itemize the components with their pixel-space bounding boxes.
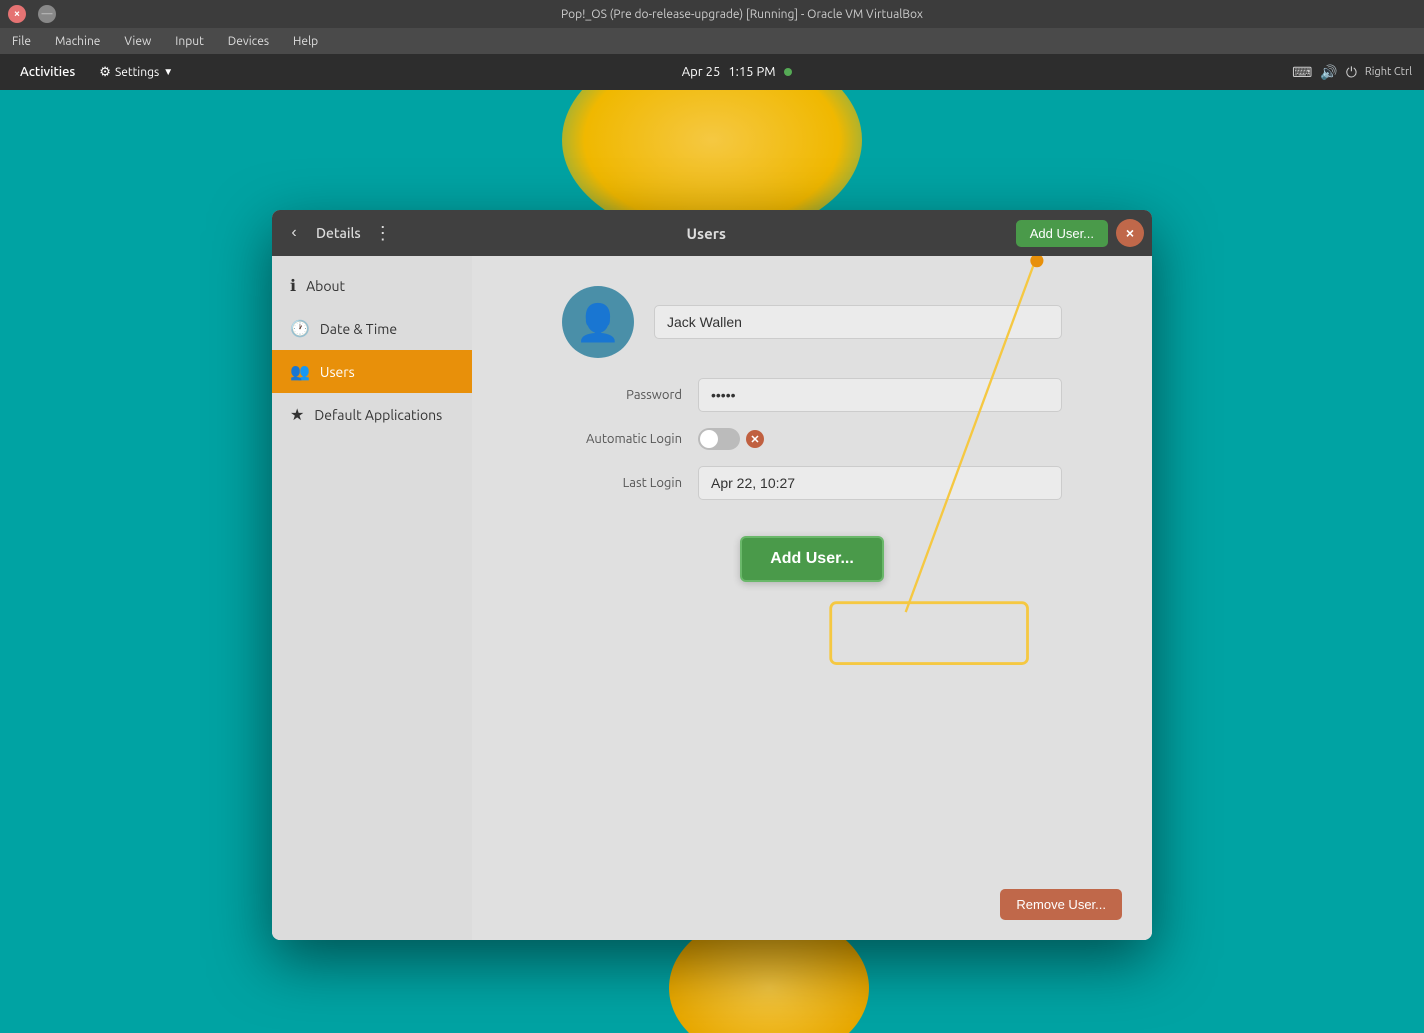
sidebar-item-default-apps[interactable]: ★ Default Applications bbox=[272, 393, 472, 436]
vbox-menu-devices[interactable]: Devices bbox=[224, 33, 273, 50]
gnome-settings-label: Settings bbox=[115, 66, 159, 79]
user-profile-section: 👤 bbox=[562, 286, 1062, 358]
power-icon: ⏻ bbox=[1346, 64, 1357, 81]
vbox-menu-help[interactable]: Help bbox=[289, 33, 322, 50]
gnome-time: 1:15 PM bbox=[728, 65, 775, 79]
automatic-login-row: Automatic Login ✕ bbox=[562, 428, 1062, 450]
header-menu-button[interactable]: ⋮ bbox=[369, 219, 397, 247]
main-content-area: 👤 Password Automatic Login bbox=[472, 256, 1152, 940]
vbox-menu-view[interactable]: View bbox=[120, 33, 155, 50]
right-ctrl-label: Right Ctrl bbox=[1365, 66, 1412, 78]
sidebar-label-datetime: Date & Time bbox=[320, 321, 397, 337]
gnome-settings-button[interactable]: ⚙ Settings ▼ bbox=[91, 61, 181, 84]
vbox-menu-input[interactable]: Input bbox=[171, 33, 208, 50]
keyboard-icon: ⌨ bbox=[1292, 64, 1312, 81]
header-section-title: Details bbox=[308, 225, 369, 241]
vbox-minimize-button[interactable]: — bbox=[38, 5, 56, 23]
star-icon: ★ bbox=[290, 405, 304, 424]
toggle-off-icon: ✕ bbox=[746, 430, 764, 448]
network-status-dot bbox=[784, 68, 792, 76]
automatic-login-label: Automatic Login bbox=[562, 432, 682, 446]
page-title: Users bbox=[686, 225, 725, 242]
sidebar-item-datetime[interactable]: 🕐 Date & Time bbox=[272, 307, 472, 350]
sidebar-item-users[interactable]: 👥 Users bbox=[272, 350, 472, 393]
vbox-title-bar: × — Pop!_OS (Pre do-release-upgrade) [Ru… bbox=[0, 0, 1424, 28]
vbox-window-title: Pop!_OS (Pre do-release-upgrade) [Runnin… bbox=[68, 8, 1416, 21]
users-icon: 👥 bbox=[290, 362, 310, 381]
clock-icon: 🕐 bbox=[290, 319, 310, 338]
sidebar-label-default-apps: Default Applications bbox=[314, 407, 442, 423]
vbox-menu-file[interactable]: File bbox=[8, 33, 35, 50]
desktop-background: ‹ Details ⋮ Users Add User... × ℹ About … bbox=[0, 90, 1424, 1033]
toggle-track[interactable] bbox=[698, 428, 740, 450]
volume-icon: 🔊 bbox=[1320, 64, 1337, 81]
password-row: Password bbox=[562, 378, 1062, 412]
sidebar-label-about: About bbox=[306, 278, 345, 294]
toggle-thumb bbox=[700, 430, 718, 448]
vbox-menu-bar: File Machine View Input Devices Help bbox=[0, 28, 1424, 54]
avatar[interactable]: 👤 bbox=[562, 286, 634, 358]
gnome-clock: Apr 25 1:15 PM bbox=[682, 65, 792, 79]
vbox-menu-machine[interactable]: Machine bbox=[51, 33, 104, 50]
info-icon: ℹ bbox=[290, 276, 296, 295]
window-close-button[interactable]: × bbox=[1116, 219, 1144, 247]
settings-window: ‹ Details ⋮ Users Add User... × ℹ About … bbox=[272, 210, 1152, 940]
gnome-activities-button[interactable]: Activities bbox=[12, 61, 83, 83]
sidebar-label-users: Users bbox=[320, 364, 355, 380]
remove-user-button[interactable]: Remove User... bbox=[1000, 889, 1122, 920]
gnome-panel: Activities ⚙ Settings ▼ Apr 25 1:15 PM ⌨… bbox=[0, 54, 1424, 90]
avatar-person-icon: 👤 bbox=[576, 301, 621, 344]
last-login-input[interactable] bbox=[698, 466, 1062, 500]
gnome-system-tray: ⌨ 🔊 ⏻ Right Ctrl bbox=[1292, 64, 1412, 81]
window-header: ‹ Details ⋮ Users Add User... × bbox=[272, 210, 1152, 256]
last-login-label: Last Login bbox=[562, 476, 682, 490]
password-label: Password bbox=[562, 388, 682, 402]
vbox-close-button[interactable]: × bbox=[8, 5, 26, 23]
password-input[interactable] bbox=[698, 378, 1062, 412]
settings-sidebar: ℹ About 🕐 Date & Time 👥 Users ★ Default … bbox=[272, 256, 472, 940]
username-input[interactable] bbox=[654, 305, 1062, 339]
gear-icon: ⚙ bbox=[99, 65, 111, 80]
annotation-arrow bbox=[472, 256, 1152, 940]
add-user-main-button[interactable]: Add User... bbox=[740, 536, 884, 582]
last-login-row: Last Login bbox=[562, 466, 1062, 500]
gnome-date: Apr 25 bbox=[682, 65, 721, 79]
window-body: ℹ About 🕐 Date & Time 👥 Users ★ Default … bbox=[272, 256, 1152, 940]
automatic-login-toggle[interactable]: ✕ bbox=[698, 428, 764, 450]
sidebar-item-about[interactable]: ℹ About bbox=[272, 264, 472, 307]
add-user-header-button[interactable]: Add User... bbox=[1016, 220, 1108, 247]
back-button[interactable]: ‹ bbox=[280, 219, 308, 247]
chevron-down-icon: ▼ bbox=[163, 66, 173, 78]
